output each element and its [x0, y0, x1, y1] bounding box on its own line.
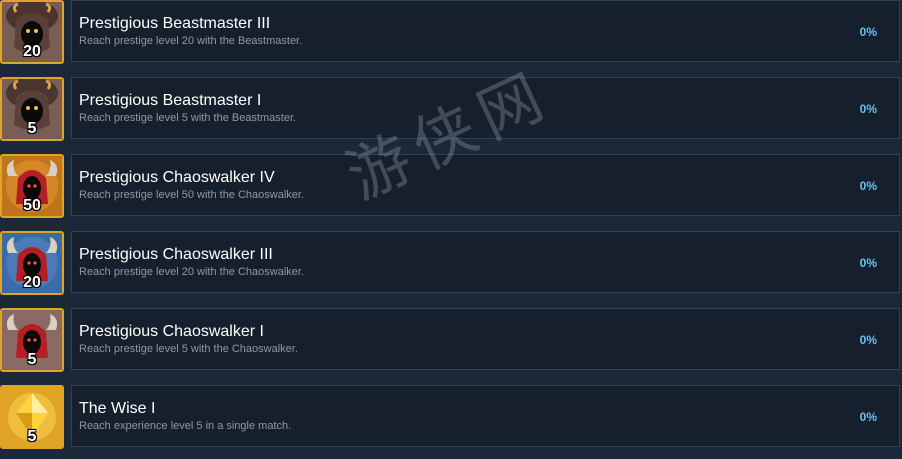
achievement-title: The Wise I: [79, 400, 156, 417]
unlock-percentage: 0%: [859, 25, 877, 39]
achievement-title: Prestigious Chaoswalker IV: [79, 169, 275, 186]
achievement-description: Reach prestige level 50 with the Chaoswa…: [79, 189, 305, 201]
achievement-panel: Prestigious Chaoswalker I Reach prestige…: [71, 308, 900, 370]
achievement-row[interactable]: 5 The Wise I Reach experience level 5 in…: [0, 382, 902, 459]
achievement-description: Reach experience level 5 in a single mat…: [79, 420, 292, 432]
badge-level: 5: [27, 428, 37, 445]
chaoswalker-icon: 20: [0, 231, 64, 295]
achievement-row[interactable]: 20 Prestigious Beastmaster III Reach pre…: [0, 0, 902, 74]
achievement-row[interactable]: 5 Prestigious Beastmaster I Reach presti…: [0, 74, 902, 151]
badge-level: 20: [23, 43, 41, 60]
unlock-percentage: 0%: [859, 179, 877, 193]
achievement-panel: Prestigious Beastmaster I Reach prestige…: [71, 77, 900, 139]
achievement-list: 20 Prestigious Beastmaster III Reach pre…: [0, 0, 902, 459]
achievement-title: Prestigious Chaoswalker I: [79, 323, 264, 340]
achievement-row[interactable]: 5 Prestigious Chaoswalker I Reach presti…: [0, 305, 902, 382]
unlock-percentage: 0%: [859, 333, 877, 347]
beastmaster-icon: 5: [0, 77, 64, 141]
achievement-panel: Prestigious Beastmaster III Reach presti…: [71, 0, 900, 62]
achievement-description: Reach prestige level 20 with the Chaoswa…: [79, 266, 305, 278]
unlock-percentage: 0%: [859, 102, 877, 116]
achievement-description: Reach prestige level 5 with the Chaoswal…: [79, 343, 298, 355]
gem-icon: 5: [0, 385, 64, 449]
achievement-row[interactable]: 20 Prestigious Chaoswalker III Reach pre…: [0, 228, 902, 305]
achievement-title: Prestigious Chaoswalker III: [79, 246, 273, 263]
achievement-panel: Prestigious Chaoswalker IV Reach prestig…: [71, 154, 900, 216]
achievement-description: Reach prestige level 5 with the Beastmas…: [79, 112, 297, 124]
achievement-title: Prestigious Beastmaster III: [79, 15, 271, 32]
chaoswalker-icon: 5: [0, 308, 64, 372]
badge-level: 20: [23, 274, 41, 291]
chaoswalker-icon: 50: [0, 154, 64, 218]
achievement-title: Prestigious Beastmaster I: [79, 92, 262, 109]
achievement-panel: Prestigious Chaoswalker III Reach presti…: [71, 231, 900, 293]
unlock-percentage: 0%: [859, 410, 877, 424]
achievement-description: Reach prestige level 20 with the Beastma…: [79, 35, 303, 47]
beastmaster-icon: 20: [0, 0, 64, 64]
achievement-row[interactable]: 50 Prestigious Chaoswalker IV Reach pres…: [0, 151, 902, 228]
badge-level: 5: [27, 351, 37, 368]
badge-level: 50: [23, 197, 41, 214]
unlock-percentage: 0%: [859, 256, 877, 270]
badge-level: 5: [27, 120, 37, 137]
achievement-panel: The Wise I Reach experience level 5 in a…: [71, 385, 900, 447]
